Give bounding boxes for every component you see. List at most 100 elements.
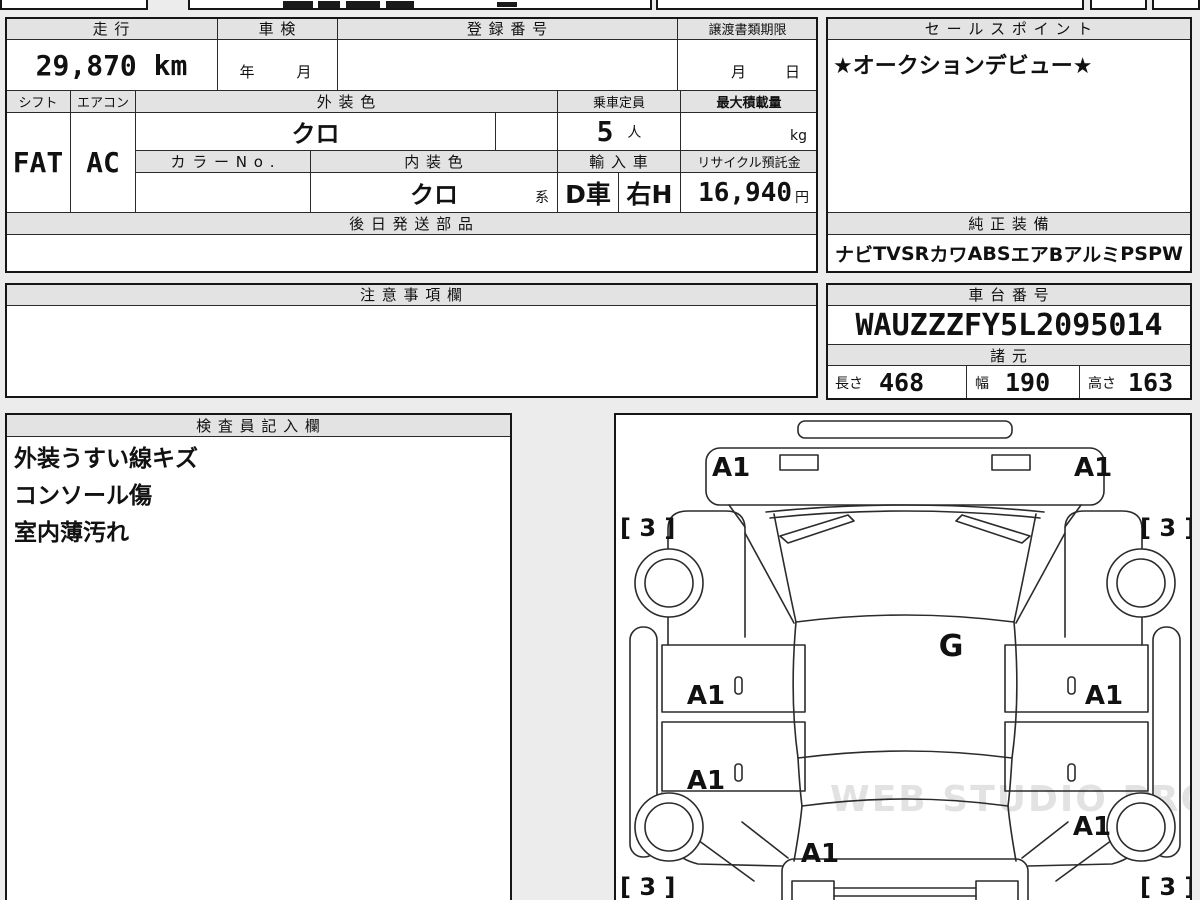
- rear-window-top: [797, 750, 1013, 759]
- equipment-item: SR: [901, 242, 930, 265]
- headlight-right: [991, 454, 1031, 471]
- cropped-text-fragment: [497, 2, 517, 7]
- door-handle: [1067, 763, 1076, 782]
- recycle-deposit-value: 16,940: [698, 177, 792, 208]
- door-handle: [1067, 676, 1076, 695]
- car-top-view-diagram: A1 A1 [ 3 ] [ 3 ] [ 3 ] [ 3 ] G A1 A1 A1…: [620, 420, 1192, 900]
- spec-height-label: 高さ: [1088, 375, 1116, 392]
- cropped-text-fragment: [346, 1, 380, 8]
- cropped-text-fragment: [386, 1, 414, 8]
- import-value: D車: [557, 172, 619, 213]
- capacity-header: 乗車定員: [557, 90, 681, 113]
- damage-mark-bumper-right: A1: [1074, 453, 1112, 483]
- cropped-text-fragment: [283, 1, 313, 8]
- roof-edge-left: [792, 621, 799, 759]
- color-no-value: [135, 172, 311, 213]
- equipment-item: ナビ: [835, 244, 874, 266]
- interior-color-suffix: 系: [535, 190, 549, 206]
- inspector-notes-body: 外装うすい線キズ コンソール傷 室内薄汚れ: [5, 436, 512, 900]
- door-front-right: [1004, 644, 1149, 713]
- equipment-item: PW: [1148, 242, 1183, 265]
- recycle-deposit-value-cell: 16,940 円: [680, 172, 818, 213]
- equipment-item: TV: [873, 242, 901, 265]
- wiper-right: [955, 514, 1031, 544]
- roof-edge-right: [1011, 621, 1018, 759]
- steering-value: 右H: [618, 172, 681, 213]
- equipment-row: ナビ TV SR カワ ABS エアB アルミ PS PW: [826, 234, 1192, 273]
- notice-header: 注 意 事 項 欄: [5, 283, 818, 306]
- spec-length-cell: 長さ 468: [826, 365, 967, 400]
- aircon-header: エアコン: [70, 90, 136, 113]
- inspection-value: 年 月: [217, 39, 338, 91]
- damage-mark-trunk: A1: [801, 839, 839, 869]
- equipment-header: 純 正 装 備: [826, 212, 1192, 235]
- cowl-arc: [769, 510, 1041, 519]
- door-rear-right: [1004, 721, 1149, 792]
- max-load-header: 最大積載量: [680, 90, 818, 113]
- inspector-notes-header: 検 査 員 記 入 欄: [5, 413, 512, 437]
- import-header: 輸 入 車: [557, 150, 681, 173]
- headlight-left: [779, 454, 819, 471]
- rear-pillar-right: [1007, 757, 1013, 807]
- recycle-deposit-unit: 円: [795, 189, 809, 206]
- shift-header: シフト: [5, 90, 71, 113]
- damage-mark-door-front-left: A1: [687, 681, 725, 711]
- windshield-grade-mark: G: [939, 629, 964, 664]
- auction-sheet-page: { "page": { "watermark": "WEB STUDIO PRO…: [0, 0, 1200, 900]
- max-load-value-cell: kg: [680, 112, 818, 151]
- exterior-color-header: 外 装 色: [135, 90, 558, 113]
- inspector-note: 外装うすい線キズ: [14, 446, 198, 472]
- exterior-color-sub-cell: [495, 112, 558, 151]
- registration-number-value: [337, 39, 678, 91]
- interior-color-value: クロ: [410, 181, 458, 209]
- sales-point-value: ★オークションデビュー★: [833, 54, 1093, 79]
- shift-value: FAT: [5, 112, 71, 213]
- fender-crease: [728, 504, 746, 528]
- quarter-crease: [1021, 821, 1069, 859]
- door-handle: [734, 676, 743, 695]
- tire-depth-front-left: [ 3 ]: [620, 514, 675, 542]
- spec-length-label: 長さ: [835, 375, 863, 392]
- color-no-header: カ ラ ー N o .: [135, 150, 311, 173]
- mileage-value: 29,870 km: [5, 39, 218, 91]
- rear-pillar-left: [797, 757, 803, 807]
- spec-width-label: 幅: [975, 375, 989, 392]
- rear-light-right: [975, 880, 1019, 900]
- spec-width-cell: 幅 190: [966, 365, 1080, 400]
- spec-length-value: 468: [879, 368, 925, 397]
- tire-depth-front-right: [ 3 ]: [1140, 514, 1192, 542]
- door-handle: [734, 763, 743, 782]
- chassis-number-header: 車 台 番 号: [826, 283, 1192, 306]
- tire-depth-rear-left: [ 3 ]: [620, 873, 675, 900]
- notice-body: [5, 305, 818, 398]
- fender-crease: [1064, 504, 1082, 528]
- equipment-item: アルミ: [1063, 244, 1121, 266]
- trunk-edge-right: [1007, 805, 1017, 862]
- equipment-item: ABS: [967, 242, 1011, 265]
- cropped-cell: [0, 0, 148, 10]
- equipment-item: カワ: [929, 244, 968, 266]
- later-shipped-parts-value: [5, 234, 818, 273]
- capacity-value-cell: 5 人: [557, 112, 681, 151]
- spec-height-value: 163: [1128, 368, 1174, 397]
- registration-number-header: 登 録 番 号: [337, 17, 678, 40]
- equipment-item: エアB: [1010, 244, 1064, 266]
- cropped-cell: [1090, 0, 1147, 10]
- max-load-unit: kg: [790, 128, 807, 144]
- damage-mark-door-front-right: A1: [1085, 681, 1123, 711]
- interior-color-header: 内 装 色: [310, 150, 558, 173]
- inspector-note: コンソール傷: [14, 483, 152, 509]
- tire-depth-rear-right: [ 3 ]: [1140, 873, 1192, 900]
- damage-mark-quarter-rear-right: A1: [1073, 812, 1111, 842]
- rear-window-bottom: [801, 798, 1009, 807]
- equipment-item: PS: [1120, 242, 1148, 265]
- later-shipped-parts-header: 後 日 発 送 部 品: [5, 212, 818, 235]
- front-trim-strip: [797, 420, 1013, 439]
- quarter-crease: [741, 821, 789, 859]
- sales-point-body: ★オークションデビュー★: [826, 39, 1192, 213]
- transfer-deadline-header: 譲渡書類期限: [677, 17, 818, 40]
- chassis-number-value: WAUZZZFY5L2095014: [826, 305, 1192, 345]
- aircon-value: AC: [70, 112, 136, 213]
- rear-light-left: [791, 880, 835, 900]
- cropped-cell: [656, 0, 1084, 10]
